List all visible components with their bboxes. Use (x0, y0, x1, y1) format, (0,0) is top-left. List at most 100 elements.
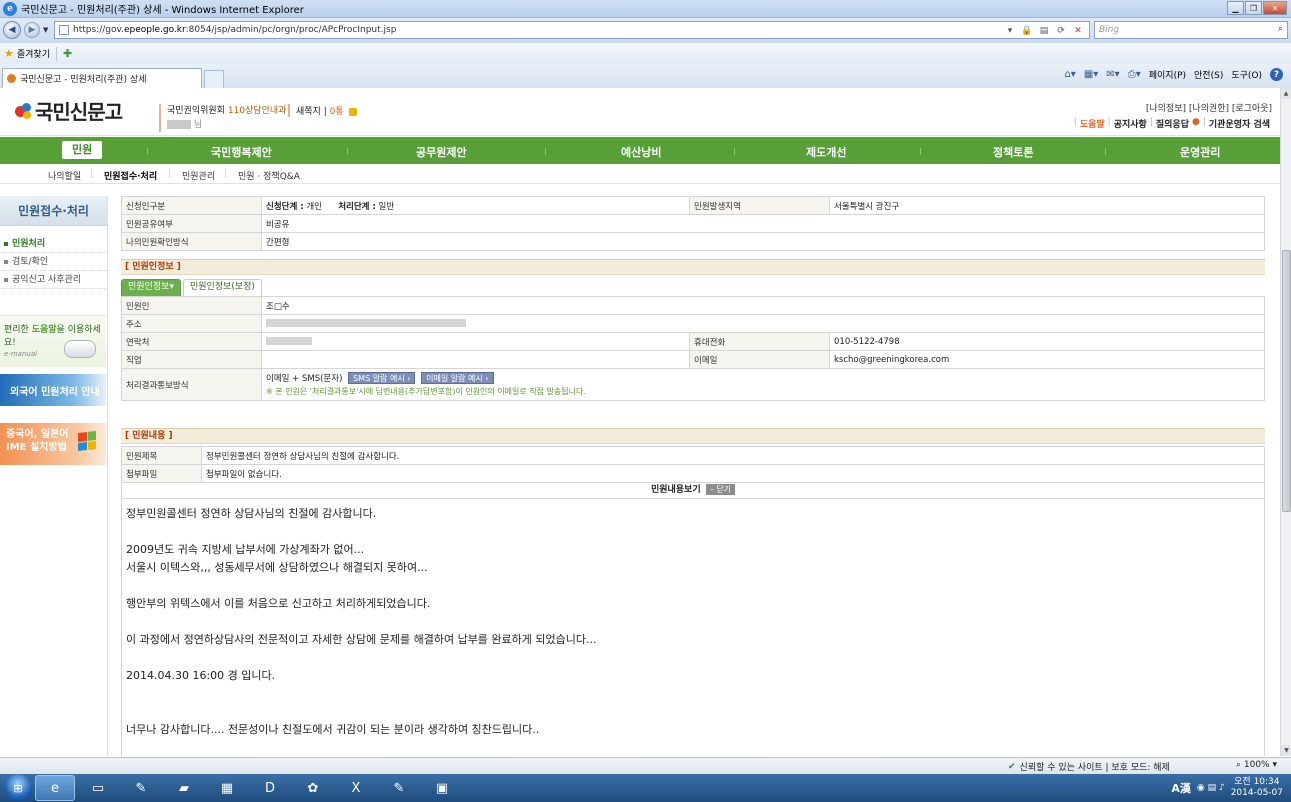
taskbar-daum-icon[interactable]: D (250, 775, 290, 801)
minimize-icon[interactable]: ▁ (1227, 1, 1244, 15)
history-dropdown-icon[interactable]: ▼ (43, 26, 48, 34)
message-info[interactable]: 새쪽지 | 0통 (288, 104, 357, 117)
search-input[interactable]: Bing ⌕ (1094, 21, 1288, 39)
taskbar-pdf-icon[interactable]: ▣ (422, 775, 462, 801)
restore-icon[interactable]: ❐ (1245, 1, 1262, 15)
search-placeholder: Bing (1099, 25, 1120, 35)
url-text[interactable]: https://gov.epeople.go.kr:8054/jsp/admin… (73, 25, 396, 35)
taskbar-folder-icon[interactable]: ▰ (164, 775, 204, 801)
contact-value (261, 332, 690, 351)
logo-text: 국민신문고 (35, 100, 123, 124)
nav-item-happiness-proposal[interactable]: 국민행복제안 (211, 144, 272, 160)
start-button[interactable]: ⊞ (4, 774, 32, 802)
refresh-icon[interactable]: ⟳ (1054, 24, 1068, 38)
taskbar: ⊞ e ▭ ✎ ▰ ▦ D ✿ X ✎ ▣ A漢 ◉ ▤ ♪ 오전 10:34 2… (0, 774, 1291, 802)
zoom-control[interactable]: ⌕ 100% ▾ (1236, 760, 1277, 770)
favorites-star-icon[interactable]: ★ (4, 47, 14, 60)
site-logo[interactable]: 국민신문고 (14, 96, 123, 125)
user-org-info: 국민권익위원회 110상담안내과 님 (159, 104, 286, 132)
message-label: 새쪽지 | (296, 107, 327, 117)
mail-icon[interactable]: ✉▾ (1106, 69, 1119, 80)
subnav-policy-qna[interactable]: 민원 · 정책Q&A (238, 169, 300, 182)
tools-menu[interactable]: 도구(O) (1231, 68, 1262, 81)
nav-item-system-improvement[interactable]: 제도개선 (806, 144, 846, 160)
scroll-thumb[interactable] (1282, 250, 1291, 512)
taskbar-hwp-icon[interactable]: ✎ (379, 775, 419, 801)
help-icon[interactable]: ? (1270, 68, 1283, 81)
favorites-button[interactable]: 즐겨찾기 (17, 47, 50, 60)
ime-indicator[interactable]: A漢 (1171, 780, 1191, 796)
region-label: 민원발생지역 (689, 196, 830, 215)
bullet-icon: ● (1192, 117, 1200, 127)
tab-favicon-icon (7, 74, 16, 83)
qna-link[interactable]: 질의응답 (1156, 117, 1189, 130)
page-menu[interactable]: 페이지(P) (1149, 68, 1186, 81)
back-button[interactable]: ◀ (3, 21, 21, 39)
lock-icon[interactable]: 🔒 (1020, 24, 1034, 38)
complaint-body: 정부민원콜센터 정연하 상담사님의 친절에 감사합니다. 2009년도 귀속 지… (121, 499, 1265, 756)
scroll-down-icon[interactable]: ▼ (1281, 745, 1291, 756)
vertical-scrollbar[interactable]: ▲ ▼ (1280, 88, 1291, 756)
taskbar-paint-icon[interactable]: ✿ (293, 775, 333, 801)
browser-tab[interactable]: 국민신문고 - 민원처리(주관) 상세 (2, 68, 202, 88)
tab-applicant-info[interactable]: 민원인정보▾ (121, 279, 181, 296)
message-count[interactable]: 0통 (330, 107, 344, 117)
security-zone[interactable]: ✔ 신뢰할 수 있는 사이트 | 보호 모드: 해제 (1008, 760, 1170, 774)
taskbar-notes-icon[interactable]: ✎ (121, 775, 161, 801)
close-content-button[interactable]: – 닫기 (705, 484, 736, 495)
taskbar-excel-icon[interactable]: X (336, 775, 376, 801)
stage-cell: 신청단계 : 개인 처리단계 : 일반 (261, 196, 690, 215)
print-icon[interactable]: ⎙▾ (1128, 69, 1141, 80)
logo-mark-icon (14, 101, 34, 121)
help-banner[interactable]: 편리한 도움말을 이용하세요! e-manual (0, 315, 106, 367)
taskbar-ie-icon[interactable]: e (35, 775, 75, 801)
email-example-button[interactable]: 이메일 알람 예시 › (421, 372, 494, 384)
subnav-my-tasks[interactable]: 나의할일 (48, 169, 81, 182)
url-field[interactable]: https://gov.epeople.go.kr:8054/jsp/admin… (54, 21, 1090, 39)
subnav-management[interactable]: 민원관리 (182, 169, 215, 182)
search-icon[interactable]: ⌕ (1278, 24, 1283, 34)
nav-item-official-proposal[interactable]: 공무원제안 (416, 144, 467, 160)
sms-example-button[interactable]: SMS 알람 예시 › (348, 372, 416, 384)
forward-button[interactable]: ▶ (24, 22, 40, 38)
nav-item-minwon[interactable]: 민원 (62, 141, 103, 159)
window-controls: ▁ ❐ ✕ (1226, 1, 1287, 15)
nav-item-operations[interactable]: 운영관리 (1180, 144, 1220, 160)
clock[interactable]: 오전 10:34 2014-05-07 (1231, 777, 1283, 799)
account-links[interactable]: [나의정보] [나의권한] [로그아웃] (1146, 101, 1272, 114)
email-label: 이메일 (689, 350, 830, 369)
add-favorite-icon[interactable]: ✚ (63, 47, 72, 60)
sidebar-item-review[interactable]: 검토/확인 (0, 253, 107, 271)
nav-item-budget-waste[interactable]: 예산낭비 (621, 144, 661, 160)
ime-install-banner[interactable]: 중국어, 일본어 IME 설치방법 (0, 423, 106, 465)
complaint-meta-table: 신청인구분 신청단계 : 개인 처리단계 : 일반 민원발생지역 서울특별시 광… (121, 196, 1265, 251)
safety-menu[interactable]: 안전(S) (1194, 68, 1223, 81)
stop-icon[interactable]: ✕ (1071, 24, 1085, 38)
mobile-value: 010-5122-4798 (829, 332, 1265, 351)
scroll-up-icon[interactable]: ▲ (1281, 88, 1291, 99)
home-icon[interactable]: ⌂▾ (1064, 69, 1075, 80)
org-admin-search-link[interactable]: 기관운영자 검색 (1209, 117, 1270, 130)
foreign-language-banner[interactable]: 외국어 민원처리 안내 (0, 374, 106, 406)
sidebar-item-processing[interactable]: 민원처리 (0, 235, 107, 253)
applicant-tabs: 민원인정보▾ 민원인정보(보정) (121, 279, 1265, 296)
taskbar-calculator-icon[interactable]: ▦ (207, 775, 247, 801)
notice-link[interactable]: 공지사항 (1114, 117, 1147, 130)
notify-label: 처리결과통보방식 (121, 368, 262, 401)
help-link[interactable]: 도움말 (1080, 117, 1105, 130)
nav-item-policy-debate[interactable]: 정책토론 (993, 144, 1033, 160)
applicant-table: 민원인 조□수 주소 연락처 휴대전화 010-5122-4798 직업 이메일… (121, 296, 1265, 401)
taskbar-explorer-icon[interactable]: ▭ (78, 775, 118, 801)
sidebar-item-whistleblow[interactable]: 공익신고 사후관리 (0, 271, 107, 289)
new-tab-button[interactable] (204, 70, 224, 88)
compat-view-icon[interactable]: ▤ (1037, 24, 1051, 38)
attachment-value: 첨부파일이 없습니다. (201, 464, 1265, 483)
tab-applicant-info-corrected[interactable]: 민원인정보(보정) (182, 279, 262, 296)
tray-icons[interactable]: ◉ ▤ ♪ (1197, 783, 1225, 793)
close-window-icon[interactable]: ✕ (1263, 1, 1287, 15)
security-zone-text: 신뢰할 수 있는 사이트 | 보호 모드: 해제 (1019, 763, 1170, 773)
subnav-intake[interactable]: 민원접수·처리 (104, 169, 157, 182)
feeds-icon[interactable]: ▦▾ (1084, 69, 1098, 80)
url-dropdown-icon[interactable]: ▾ (1003, 24, 1017, 38)
contact-label: 연락처 (121, 332, 262, 351)
